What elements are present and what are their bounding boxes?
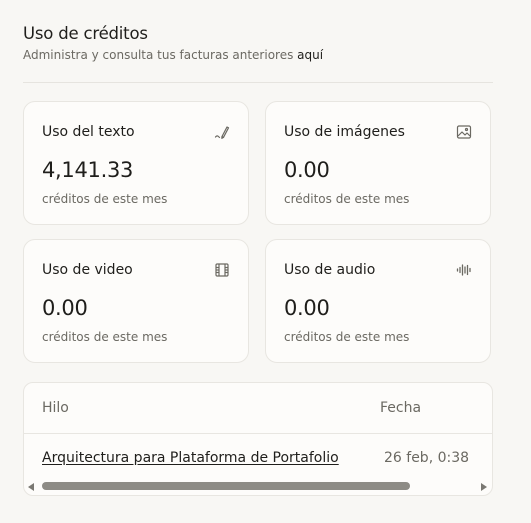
threads-table: Hilo Fecha Arquitectura para Plataforma … [23, 382, 493, 496]
scroll-right-arrow[interactable] [481, 483, 487, 491]
card-sublabel: créditos de este mes [42, 192, 168, 206]
card-audio-usage: Uso de audio 0.00 créditos de este mes [265, 239, 491, 363]
film-icon [214, 262, 230, 278]
card-image-usage: Uso de imágenes 0.00 créditos de este me… [265, 101, 491, 225]
card-sublabel: créditos de este mes [284, 192, 410, 206]
horizontal-scrollbar[interactable] [24, 481, 492, 495]
thread-date: 26 feb, 0:38 [384, 450, 470, 466]
scroll-thumb[interactable] [42, 482, 410, 490]
scroll-left-arrow[interactable] [28, 483, 34, 491]
card-label: Uso de imágenes [284, 124, 405, 140]
thread-link[interactable]: Arquitectura para Plataforma de Portafol… [42, 450, 339, 466]
divider [23, 82, 493, 83]
card-value: 4,141.33 [42, 158, 134, 182]
card-sublabel: créditos de este mes [42, 330, 168, 344]
page-subtitle: Administra y consulta tus facturas anter… [23, 48, 323, 62]
waveform-icon [456, 262, 472, 278]
card-label: Uso del texto [42, 124, 135, 140]
table-header: Hilo Fecha [24, 383, 492, 434]
card-value: 0.00 [42, 296, 88, 320]
image-icon [456, 124, 472, 140]
card-video-usage: Uso de video 0.00 créditos de este mes [23, 239, 249, 363]
card-label: Uso de video [42, 262, 133, 278]
card-value: 0.00 [284, 296, 330, 320]
invoices-link[interactable]: aquí [297, 48, 323, 62]
card-sublabel: créditos de este mes [284, 330, 410, 344]
card-text-usage: Uso del texto 4,141.33 créditos de este … [23, 101, 249, 225]
table-row: Arquitectura para Plataforma de Portafol… [24, 434, 492, 484]
subtitle-text: Administra y consulta tus facturas anter… [23, 48, 294, 62]
page-title: Uso de créditos [23, 24, 148, 43]
column-header-fecha[interactable]: Fecha [380, 400, 421, 416]
card-label: Uso de audio [284, 262, 376, 278]
pen-icon [214, 124, 230, 140]
card-value: 0.00 [284, 158, 330, 182]
column-header-hilo[interactable]: Hilo [42, 400, 69, 416]
